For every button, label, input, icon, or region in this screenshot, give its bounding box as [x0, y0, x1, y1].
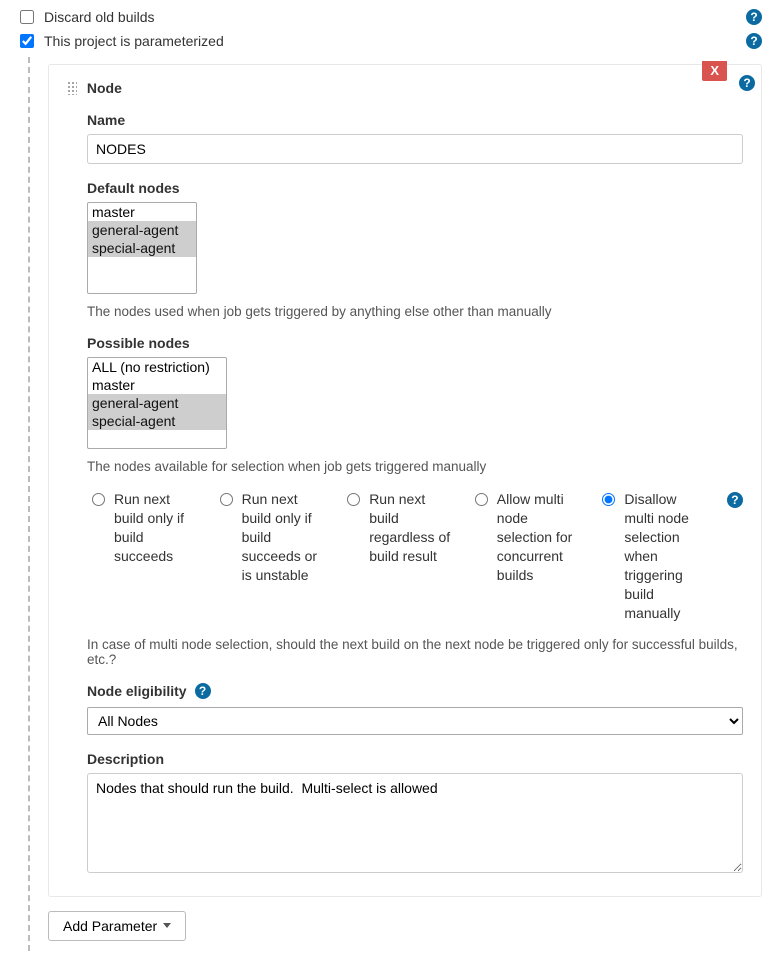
- eligibility-label: Node eligibility: [87, 683, 187, 699]
- list-item[interactable]: special-agent: [88, 239, 196, 257]
- chevron-down-icon: [163, 923, 171, 928]
- trigger-policy-label: Run next build regardless of build resul…: [369, 490, 454, 566]
- trigger-policy-radio[interactable]: [92, 493, 105, 506]
- possible-nodes-select[interactable]: ALL (no restriction)mastergeneral-agents…: [87, 357, 227, 449]
- default-nodes-help: The nodes used when job gets triggered b…: [87, 304, 743, 319]
- list-item[interactable]: master: [88, 376, 226, 394]
- possible-nodes-label: Possible nodes: [87, 335, 743, 351]
- node-parameter-panel: X ? Node Name Default nodes mastergenera…: [48, 64, 762, 897]
- list-item[interactable]: master: [88, 203, 196, 221]
- list-item[interactable]: general-agent: [88, 221, 196, 239]
- parameterized-checkbox[interactable]: [20, 34, 34, 48]
- default-nodes-select[interactable]: mastergeneral-agentspecial-agent: [87, 202, 197, 294]
- trigger-policy-option[interactable]: Allow multi node selection for concurren…: [470, 490, 590, 584]
- trigger-policy-label: Disallow multi node selection when trigg…: [624, 490, 709, 622]
- discard-old-builds-label: Discard old builds: [44, 9, 746, 25]
- trigger-policy-option[interactable]: Run next build only if build succeeds: [87, 490, 207, 566]
- name-label: Name: [87, 112, 743, 128]
- trigger-policy-option[interactable]: Run next build regardless of build resul…: [342, 490, 462, 566]
- trigger-policy-option[interactable]: Run next build only if build succeeds or…: [215, 490, 335, 584]
- trigger-policy-radio[interactable]: [347, 493, 360, 506]
- drag-handle-icon[interactable]: [67, 81, 77, 95]
- parameterized-label: This project is parameterized: [44, 33, 746, 49]
- list-item[interactable]: general-agent: [88, 394, 226, 412]
- help-icon[interactable]: ?: [746, 9, 762, 25]
- help-icon[interactable]: ?: [739, 75, 755, 91]
- help-icon[interactable]: ?: [195, 683, 211, 699]
- panel-title: Node: [87, 80, 122, 96]
- list-item[interactable]: special-agent: [88, 412, 226, 430]
- add-parameter-button[interactable]: Add Parameter: [48, 911, 186, 941]
- add-parameter-label: Add Parameter: [63, 918, 157, 934]
- list-item[interactable]: ALL (no restriction): [88, 358, 226, 376]
- delete-button[interactable]: X: [702, 61, 727, 81]
- eligibility-select[interactable]: All Nodes: [87, 707, 743, 735]
- trigger-policy-radio[interactable]: [602, 493, 615, 506]
- help-icon[interactable]: ?: [746, 33, 762, 49]
- help-icon[interactable]: ?: [727, 492, 743, 508]
- trigger-policy-label: Run next build only if build succeeds or…: [242, 490, 327, 584]
- discard-old-builds-checkbox[interactable]: [20, 10, 34, 24]
- trigger-policy-help: In case of multi node selection, should …: [87, 637, 743, 667]
- description-textarea[interactable]: [87, 773, 743, 873]
- trigger-policy-radio[interactable]: [220, 493, 233, 506]
- trigger-policy-radio[interactable]: [475, 493, 488, 506]
- trigger-policy-option[interactable]: Disallow multi node selection when trigg…: [597, 490, 717, 622]
- possible-nodes-help: The nodes available for selection when j…: [87, 459, 743, 474]
- default-nodes-label: Default nodes: [87, 180, 743, 196]
- description-label: Description: [87, 751, 743, 767]
- trigger-policy-label: Run next build only if build succeeds: [114, 490, 199, 566]
- trigger-policy-label: Allow multi node selection for concurren…: [497, 490, 582, 584]
- name-input[interactable]: [87, 134, 743, 164]
